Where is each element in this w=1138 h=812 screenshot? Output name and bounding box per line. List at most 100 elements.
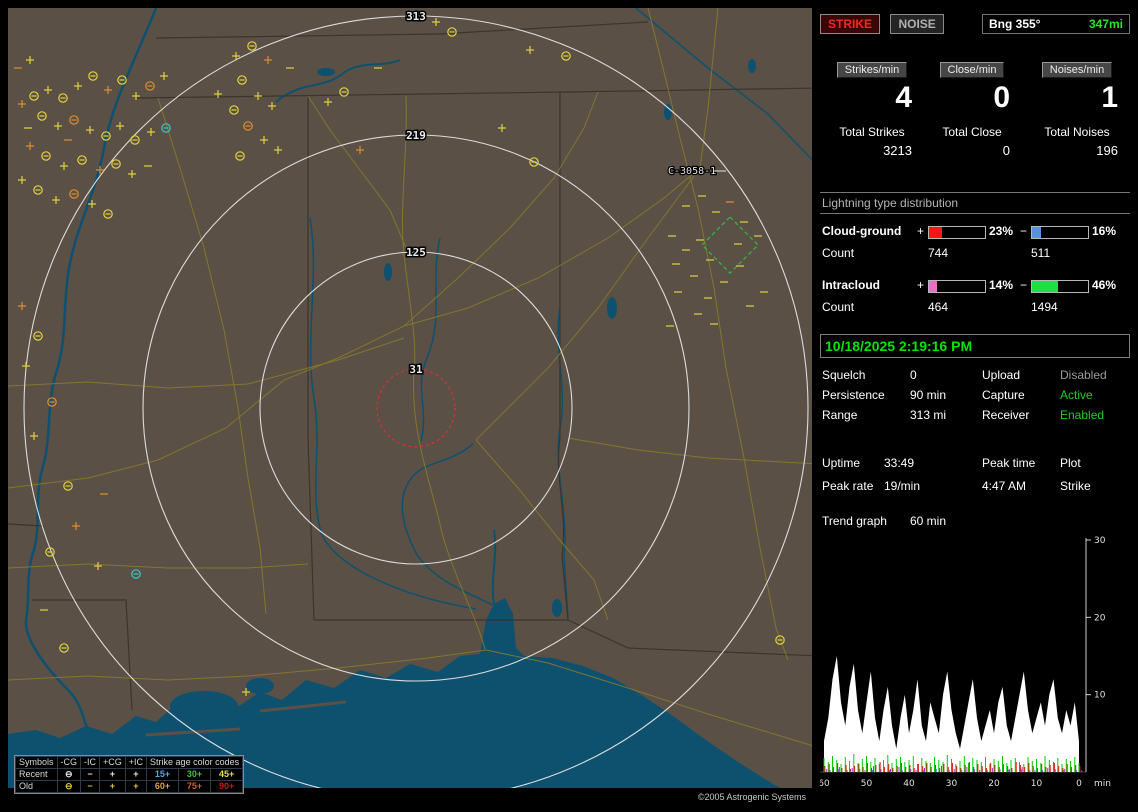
cg-positive-bar [928,226,986,239]
svg-text:30: 30 [1094,536,1106,546]
ic-negative-bar [1031,280,1089,293]
svg-text:20: 20 [988,779,1000,789]
rates-section: Strikes/min 4 Total Strikes 3213 Close/m… [820,60,1130,178]
age-90: 90+ [210,780,244,793]
bearing-range-readout: Bng 355° 347mi [982,14,1130,34]
plus-cg-icon: + [99,768,126,781]
trend-graph: 10 20 30 60 50 40 30 20 10 0 min [820,534,1130,794]
plus-sign: + [917,224,925,238]
legend-row-recent-label: Recent [15,768,58,781]
noises-per-min-value: 1 [1101,81,1118,114]
legend-col-pos-ic: +IC [124,756,148,769]
cg-positive-pct: 23% [989,224,1014,238]
lightning-distribution-section: Lightning type distribution Cloud-ground… [820,192,1130,328]
legend-col-neg-cg: -CG [56,756,82,769]
close-per-min-value: 0 [993,81,1010,114]
ic-negative-bar-fill [1032,281,1058,292]
cg-negative-pct: 16% [1092,224,1117,238]
close-per-min-column: Close/min 0 Total Close 0 [924,60,1020,158]
status-bar: STRIKE NOISE Bng 355° 347mi [820,14,1130,36]
capture-label: Capture [982,388,1025,402]
legend-col-neg-ic: -IC [80,756,101,769]
close-per-min-button[interactable]: Close/min [939,62,1005,78]
persistence-label: Persistence [822,388,885,402]
trend-graph-label: Trend graph [822,514,887,528]
minus-icon: − [80,780,101,793]
legend-symbols-header: Symbols [15,756,58,769]
distribution-title: Lightning type distribution [820,192,1130,214]
noise-indicator: NOISE [890,14,944,34]
total-strikes-value: 3213 [883,143,912,158]
storm-cell-layer: C-3058-1 [667,165,759,274]
upload-status: Disabled [1060,368,1107,382]
receiver-label: Receiver [982,408,1030,422]
svg-text:125: 125 [406,246,426,259]
receiver-status: Enabled [1060,408,1105,422]
uptime-label: Uptime [822,456,861,470]
plus-cg-icon: + [99,780,126,793]
intracloud-count-row: Count 464 1494 [820,300,1130,314]
plus-ic-icon: + [124,780,148,793]
right-panel: STRIKE NOISE Bng 355° 347mi Strikes/min … [820,8,1130,804]
peak-time-value: 4:47 AM [982,479,1027,493]
svg-text:219: 219 [406,129,426,142]
svg-text:10: 10 [1094,691,1106,701]
svg-text:min: min [1094,779,1111,789]
cg-negative-count: 511 [1031,246,1051,260]
ic-negative-pct: 46% [1092,278,1117,292]
age-15: 15+ [146,768,180,781]
intracloud-row: Intracloud + 14% − 46% [820,278,1130,294]
svg-text:C-3058-1: C-3058-1 [668,166,716,177]
svg-text:40: 40 [903,779,915,789]
peak-rate-value: 19/min [884,479,921,493]
ic-positive-bar-fill [929,281,937,292]
strikes-per-min-column: Strikes/min 4 Total Strikes 3213 [822,60,922,158]
count-label: Count [822,300,855,314]
cloud-ground-row: Cloud-ground + 23% − 16% [820,224,1130,240]
peak-time-label: Peak time [982,456,1036,470]
range-label: Range [822,408,858,422]
ic-positive-pct: 14% [989,278,1014,292]
total-noises-label: Total Noises [1044,125,1110,139]
map-canvas[interactable]: 313 219 125 31 C-3058-1 [8,8,812,788]
range-value: 313 mi [910,408,947,422]
total-noises-value: 196 [1096,143,1118,158]
svg-text:31: 31 [409,363,423,376]
ic-negative-count: 1494 [1031,300,1058,314]
map-area[interactable]: 313 219 125 31 C-3058-1 ©2005 Astrogenic Sy… [8,8,812,804]
ic-positive-count: 464 [928,300,949,314]
strikes-per-min-button[interactable]: Strikes/min [836,62,908,78]
noises-per-min-button[interactable]: Noises/min [1041,62,1113,78]
age-30: 30+ [178,768,212,781]
session-section: Uptime 33:49 Peak time Plot Peak rate 19… [820,456,1130,502]
plus-sign: + [917,278,925,292]
svg-text:313: 313 [406,10,426,23]
plot-label: Plot [1060,456,1081,470]
cg-positive-count: 744 [928,246,949,260]
svg-text:0: 0 [1076,779,1082,789]
settings-section: Squelch 0 Upload Disabled Persistence 90… [820,368,1130,428]
age-60: 60+ [146,780,180,793]
uptime-value: 33:49 [884,456,915,470]
cg-negative-bar-fill [1032,227,1041,238]
svg-text:50: 50 [861,779,873,789]
minus-sign: − [1020,278,1028,292]
copyright-text: ©2005 Astrogenic Systems [697,792,806,802]
water-layer [8,8,812,788]
trend-window-value: 60 min [910,514,947,528]
circled-minus-icon: ⊖ [56,780,82,793]
ic-positive-bar [928,280,986,293]
plus-ic-icon: + [124,768,148,781]
legend-age-header: Strike age color codes [146,756,244,769]
total-strikes-label: Total Strikes [839,125,905,139]
svg-text:30: 30 [946,779,958,789]
age-45: 45+ [210,768,244,781]
circled-minus-icon: ⊖ [56,768,82,781]
datetime-display: 10/18/2025 2:19:16 PM [820,334,1130,358]
upload-label: Upload [982,368,1021,382]
svg-text:60: 60 [820,779,830,789]
settings-row: Squelch 0 Upload Disabled [820,368,1130,388]
cg-negative-bar [1031,226,1089,239]
cloud-ground-label: Cloud-ground [822,224,902,238]
squelch-label: Squelch [822,368,866,382]
